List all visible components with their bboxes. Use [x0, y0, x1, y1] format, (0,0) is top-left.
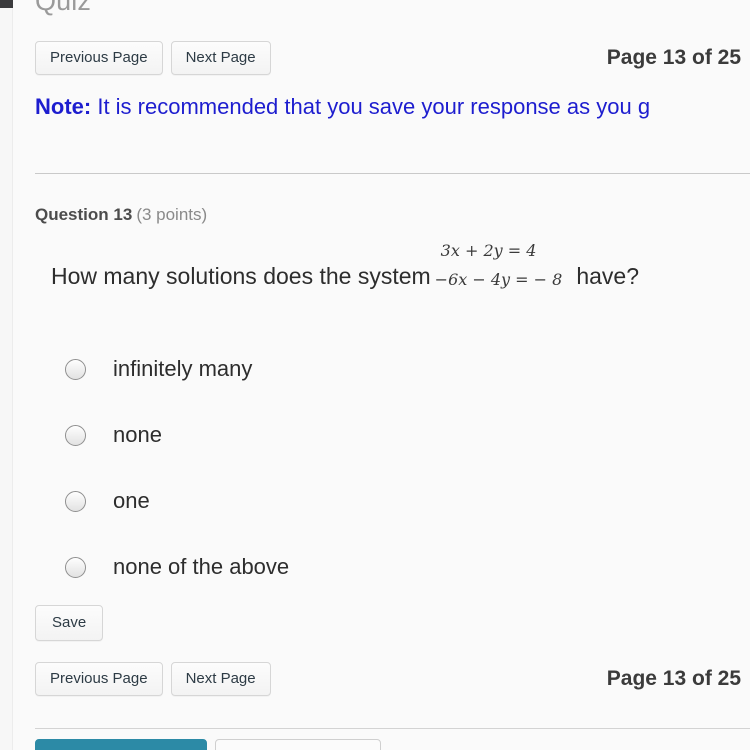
save-row: Save: [35, 605, 104, 641]
equation-system: 3x + 2y = 4 −6x − 4y = − 8: [435, 241, 567, 302]
radio-button-icon[interactable]: [65, 490, 86, 512]
secondary-footer-button[interactable]: [215, 739, 381, 750]
next-page-button-bottom[interactable]: Next Page: [170, 662, 271, 696]
pager-bottom: Previous Page Next Page Page 13 of 25: [35, 662, 750, 696]
question-points: (3 points): [136, 205, 208, 224]
left-gutter: [0, 0, 13, 750]
question-number: Question 13: [35, 205, 133, 224]
radio-button-icon[interactable]: [65, 358, 86, 380]
radio-button-icon[interactable]: [65, 424, 86, 446]
quiz-page: Quiz Previous Page Next Page Page 13 of …: [0, 0, 750, 750]
question-prompt: How many solutions does the system 3x + …: [51, 241, 639, 302]
save-reminder-note: Note: It is recommended that you save yo…: [35, 94, 750, 120]
page-title: Quiz: [35, 0, 91, 16]
equation-top: 3x + 2y = 4: [440, 241, 537, 260]
note-text: It is recommended that you save your res…: [91, 94, 651, 119]
pager-bottom-buttons: Previous Page Next Page: [35, 662, 271, 696]
answer-option-label: none: [113, 422, 162, 447]
radio-button-icon[interactable]: [65, 556, 86, 578]
previous-page-button-top[interactable]: Previous Page: [35, 41, 163, 75]
quiz-content-column: Quiz Previous Page Next Page Page 13 of …: [13, 0, 750, 750]
answer-option-label: none of the above: [113, 554, 290, 579]
question-prompt-prefix: How many solutions does the system: [51, 263, 431, 290]
question-prompt-suffix: have?: [576, 263, 639, 290]
answer-option-0[interactable]: infinitely many: [65, 336, 665, 402]
answer-option-3[interactable]: none of the above: [65, 534, 665, 600]
footer-divider: [35, 728, 750, 729]
page-indicator-bottom: Page 13 of 25: [606, 667, 741, 690]
note-label: Note:: [35, 94, 92, 119]
answer-option-label: infinitely many: [113, 356, 253, 381]
footer-actions: [35, 739, 381, 750]
top-left-chrome-block: [0, 0, 13, 8]
equation-bottom: −6x − 4y = − 8: [434, 269, 563, 289]
submit-quiz-button[interactable]: [35, 739, 207, 750]
next-page-button-top[interactable]: Next Page: [170, 41, 271, 75]
answer-option-label: one: [113, 488, 150, 513]
pager-top-buttons: Previous Page Next Page: [35, 41, 271, 75]
header-divider: [35, 173, 750, 174]
save-button[interactable]: Save: [35, 605, 104, 641]
question-header: Question 13 (3 points): [35, 205, 207, 225]
page-indicator-top: Page 13 of 25: [606, 46, 741, 69]
answer-option-2[interactable]: one: [65, 468, 665, 534]
answer-options-list: infinitely many none one none of the abo…: [65, 336, 665, 600]
answer-option-1[interactable]: none: [65, 402, 665, 468]
pager-top: Previous Page Next Page Page 13 of 25: [35, 41, 750, 75]
previous-page-button-bottom[interactable]: Previous Page: [35, 662, 163, 696]
